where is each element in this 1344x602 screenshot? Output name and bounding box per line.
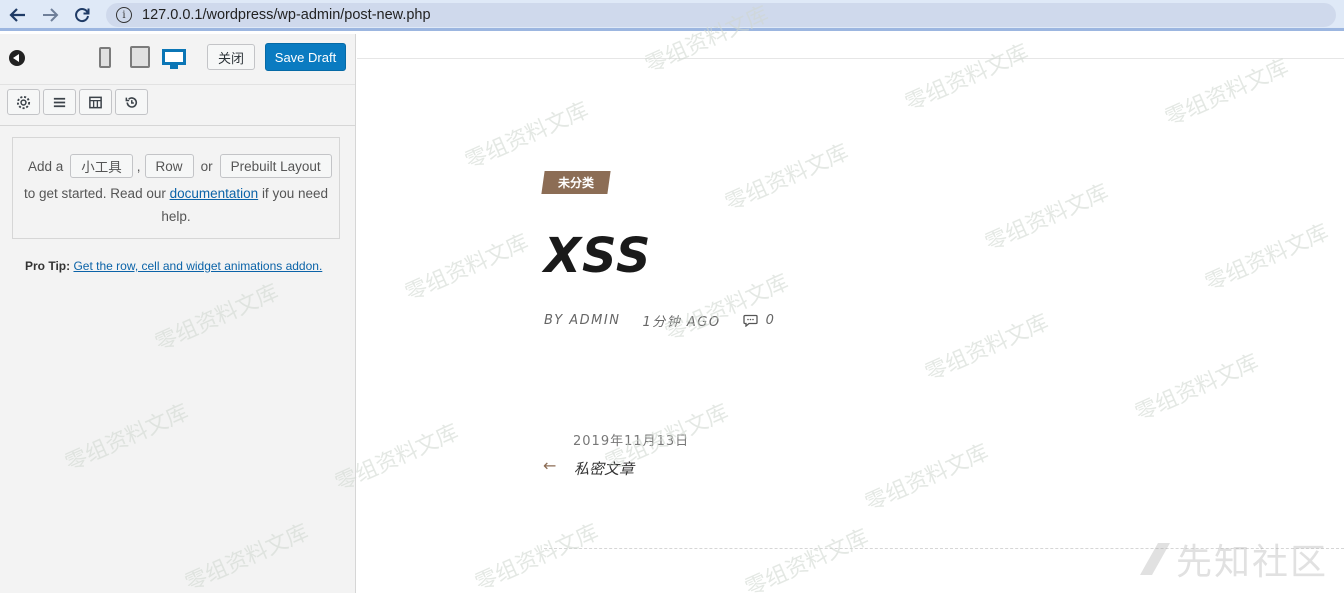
- or-text: or: [200, 158, 213, 174]
- content-divider: [544, 548, 1344, 549]
- post-meta: BY ADMIN 1分钟 AGO 0: [544, 311, 775, 330]
- watermark-text: 先知社区: [1175, 542, 1328, 583]
- reload-icon[interactable]: [70, 4, 94, 26]
- category-badge[interactable]: 未分类: [541, 171, 611, 194]
- add-content-box: Add a 小工具 , Row or Prebuilt Layout to ge…: [12, 137, 340, 239]
- desktop-preview-icon[interactable]: [160, 44, 188, 70]
- post-time: 1分钟 AGO: [642, 315, 721, 330]
- category-label: 未分类: [557, 176, 594, 190]
- watermark-logo-icon: [1139, 543, 1170, 575]
- post-author[interactable]: BY ADMIN: [544, 313, 620, 328]
- browser-toolbar: i 127.0.0.1/wordpress/wp-admin/post-new.…: [0, 0, 1344, 31]
- pro-tip: Pro Tip: Get the row, cell and widget an…: [25, 259, 322, 273]
- back-arrow-icon[interactable]: [6, 4, 30, 26]
- save-draft-button[interactable]: Save Draft: [265, 43, 346, 71]
- started-text: to get started. Read our: [24, 186, 166, 201]
- url-text: 127.0.0.1/wordpress/wp-admin/post-new.ph…: [142, 7, 431, 23]
- layout-icon[interactable]: [79, 89, 112, 115]
- previous-post-date: 2019年11月13日: [573, 434, 690, 449]
- previous-post-link[interactable]: 私密文章: [574, 458, 634, 479]
- forward-arrow-icon[interactable]: [38, 4, 62, 26]
- comment-icon: [742, 314, 758, 327]
- settings-gear-icon[interactable]: [7, 89, 40, 115]
- prebuilt-layout-button[interactable]: Prebuilt Layout: [219, 154, 332, 178]
- watermark: 先知社区: [1138, 533, 1328, 585]
- address-bar[interactable]: i 127.0.0.1/wordpress/wp-admin/post-new.…: [106, 3, 1336, 27]
- header-divider: [357, 58, 1344, 59]
- previous-arrow-icon[interactable]: ←: [543, 456, 556, 475]
- history-icon[interactable]: [115, 89, 148, 115]
- pro-tip-label: Pro Tip:: [25, 259, 71, 273]
- post-title: XSS: [544, 228, 652, 284]
- add-row-button[interactable]: Row: [144, 154, 194, 178]
- documentation-link[interactable]: documentation: [170, 186, 259, 201]
- post-preview: 未分类 XSS BY ADMIN 1分钟 AGO 0 2019年11月13日 ←…: [357, 34, 1344, 593]
- comment-count[interactable]: 0: [766, 313, 776, 328]
- close-button[interactable]: 关闭: [207, 44, 255, 70]
- help-word: help.: [161, 209, 191, 224]
- add-widget-button[interactable]: 小工具: [70, 154, 133, 178]
- animations-addon-link[interactable]: Get the row, cell and widget animations …: [73, 259, 322, 273]
- tablet-preview-icon[interactable]: [128, 44, 152, 70]
- builder-toolbar: [0, 84, 355, 126]
- info-icon[interactable]: i: [116, 7, 132, 23]
- list-menu-icon[interactable]: [43, 89, 76, 115]
- need-text: if you need: [261, 186, 328, 201]
- help-text: to get started. Read our documentation i…: [13, 182, 339, 228]
- add-prefix-text: Add a: [28, 158, 64, 174]
- comma-text: ,: [136, 158, 141, 174]
- page-builder-panel: 关闭 Save Draft Add a 小工具 , Row or Prebuil…: [0, 34, 356, 593]
- mobile-preview-icon[interactable]: [96, 44, 114, 70]
- collapse-panel-icon[interactable]: [9, 50, 25, 66]
